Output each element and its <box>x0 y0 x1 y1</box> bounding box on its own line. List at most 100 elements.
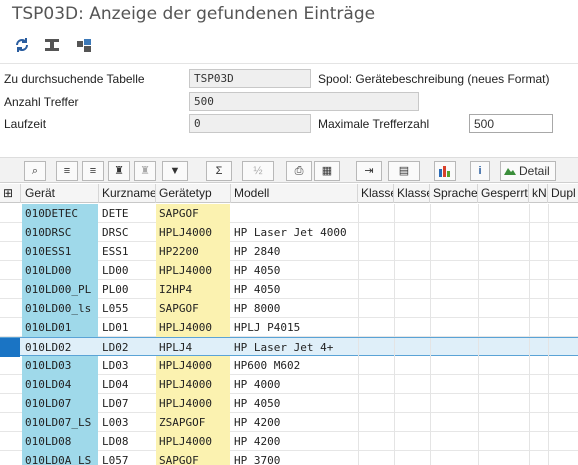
cell-geraet[interactable]: 010LD02 <box>22 338 98 357</box>
print-icon[interactable]: ⎙ <box>286 161 312 181</box>
table-row[interactable]: 010LD00_PL PL00 I2HP4 HP 4050 <box>0 280 578 299</box>
cell-kurzname[interactable]: ESS1 <box>99 242 155 261</box>
cell-modell[interactable]: HP 4200 <box>231 413 357 432</box>
row-selector[interactable] <box>0 223 20 242</box>
select-all-icon[interactable]: ⊞ <box>0 184 21 203</box>
col-klasse-2[interactable]: Klasse <box>394 184 430 203</box>
cell-kurzname[interactable]: LD00 <box>99 261 155 280</box>
export-icon[interactable]: ⇥ <box>356 161 382 181</box>
cell-modell[interactable]: HP Laser Jet 4000 <box>231 223 357 242</box>
table-row[interactable]: 010ESS1 ESS1 HP2200 HP 2840 <box>0 242 578 261</box>
cell-kurzname[interactable]: L057 <box>99 451 155 465</box>
sort-asc-icon[interactable]: ≡ <box>56 161 78 181</box>
row-selector[interactable] <box>0 204 20 223</box>
table-row[interactable]: 010LD08 LD08 HPLJ4000 HP 4200 <box>0 432 578 451</box>
table-row[interactable]: 010LD04 LD04 HPLJ4000 HP 4000 <box>0 375 578 394</box>
cell-geraetetyp[interactable]: I2HP4 <box>156 280 230 299</box>
cell-geraet[interactable]: 010DRSC <box>22 223 98 242</box>
cell-geraet[interactable]: 010LD07_LS <box>22 413 98 432</box>
layout-icon[interactable]: ▤ <box>388 161 420 181</box>
row-selector[interactable] <box>0 375 20 394</box>
details-icon[interactable]: ⌕ <box>24 161 46 181</box>
cell-kurzname[interactable]: L003 <box>99 413 155 432</box>
cell-kurzname[interactable]: LD03 <box>99 356 155 375</box>
table-row[interactable]: 010LD00_ls L055 SAPGOF HP 8000 <box>0 299 578 318</box>
cell-geraetetyp[interactable]: HPLJ4000 <box>156 223 230 242</box>
table-row[interactable]: 010LD0A_LS L057 SAPGOF HP 3700 <box>0 451 578 465</box>
cell-geraet[interactable]: 010LD03 <box>22 356 98 375</box>
cell-geraet[interactable]: 010ESS1 <box>22 242 98 261</box>
cell-geraet[interactable]: 010LD00 <box>22 261 98 280</box>
col-kurzname[interactable]: Kurzname <box>99 184 156 203</box>
table-row[interactable]: 010LD07 LD07 HPLJ4000 HP 4050 <box>0 394 578 413</box>
cell-geraetetyp[interactable]: HPLJ4000 <box>156 261 230 280</box>
cell-kurzname[interactable]: LD02 <box>99 338 155 357</box>
cell-geraet[interactable]: 010LD01 <box>22 318 98 337</box>
cell-geraetetyp[interactable]: HPLJ4 <box>156 338 230 357</box>
cell-modell[interactable]: HP 4050 <box>231 394 357 413</box>
cell-modell[interactable]: HP 8000 <box>231 299 357 318</box>
table-row[interactable]: 010LD02 LD02 HPLJ4 HP Laser Jet 4+ <box>0 337 578 357</box>
filter-icon[interactable]: ▼ <box>162 161 188 181</box>
cell-modell[interactable]: HP Laser Jet 4+ <box>231 338 357 357</box>
row-selector[interactable] <box>0 261 20 280</box>
cell-geraet[interactable]: 010LD08 <box>22 432 98 451</box>
row-selector[interactable] <box>0 338 20 357</box>
find-next-icon[interactable]: ♜ <box>134 161 156 181</box>
table-row[interactable]: 010DRSC DRSC HPLJ4000 HP Laser Jet 4000 <box>0 223 578 242</box>
detail-button[interactable]: Detail <box>500 161 556 181</box>
cell-geraetetyp[interactable]: SAPGOF <box>156 451 230 465</box>
sort-desc-icon[interactable]: ≡ <box>82 161 104 181</box>
graphic-icon[interactable] <box>434 161 456 181</box>
row-selector[interactable] <box>0 413 20 432</box>
refresh-icon[interactable] <box>12 36 32 54</box>
cell-geraetetyp[interactable]: HPLJ4000 <box>156 375 230 394</box>
row-selector[interactable] <box>0 318 20 337</box>
filter-settings-icon[interactable] <box>42 36 62 54</box>
table-row[interactable]: 010DETEC DETE SAPGOF <box>0 204 578 223</box>
cell-geraetetyp[interactable]: HPLJ4000 <box>156 432 230 451</box>
cell-geraet[interactable]: 010LD07 <box>22 394 98 413</box>
find-icon[interactable]: ♜ <box>108 161 130 181</box>
col-geraetetyp[interactable]: Gerätetyp <box>156 184 231 203</box>
cell-modell[interactable] <box>231 204 357 223</box>
cell-geraetetyp[interactable]: HPLJ4000 <box>156 394 230 413</box>
col-modell[interactable]: Modell <box>231 184 358 203</box>
table-row[interactable]: 010LD01 LD01 HPLJ4000 HPLJ P4015 <box>0 318 578 337</box>
cell-kurzname[interactable]: LD08 <box>99 432 155 451</box>
col-kn[interactable]: kN <box>529 184 548 203</box>
row-selector[interactable] <box>0 356 20 375</box>
col-gesperrt[interactable]: Gesperrt <box>478 184 529 203</box>
cell-modell[interactable]: HP600 M602 <box>231 356 357 375</box>
cell-kurzname[interactable]: L055 <box>99 299 155 318</box>
cell-geraet[interactable]: 010LD04 <box>22 375 98 394</box>
cell-modell[interactable]: HP 4200 <box>231 432 357 451</box>
cell-modell[interactable]: HP 4050 <box>231 280 357 299</box>
row-selector[interactable] <box>0 451 20 465</box>
row-selector[interactable] <box>0 280 20 299</box>
cell-geraetetyp[interactable]: HPLJ4000 <box>156 356 230 375</box>
cell-modell[interactable]: HP 4050 <box>231 261 357 280</box>
cell-geraet[interactable]: 010LD00_ls <box>22 299 98 318</box>
col-klasse-1[interactable]: Klasse <box>358 184 394 203</box>
cell-geraetetyp[interactable]: HPLJ4000 <box>156 318 230 337</box>
cell-modell[interactable]: HP 4000 <box>231 375 357 394</box>
info-icon[interactable]: i <box>470 161 490 181</box>
cell-geraetetyp[interactable]: HP2200 <box>156 242 230 261</box>
cell-modell[interactable]: HP 2840 <box>231 242 357 261</box>
puzzle-icon[interactable] <box>74 36 94 54</box>
sum-icon[interactable]: Σ <box>206 161 232 181</box>
row-selector[interactable] <box>0 432 20 451</box>
views-icon[interactable]: ▦ <box>314 161 340 181</box>
cell-geraet[interactable]: 010LD0A_LS <box>22 451 98 465</box>
col-sprache[interactable]: Sprache <box>430 184 478 203</box>
subtotal-icon[interactable]: ½ <box>242 161 274 181</box>
cell-modell[interactable]: HP 3700 <box>231 451 357 465</box>
table-row[interactable]: 010LD07_LS L003 ZSAPGOF HP 4200 <box>0 413 578 432</box>
col-geraet[interactable]: Gerät <box>22 184 99 203</box>
cell-geraet[interactable]: 010DETEC <box>22 204 98 223</box>
cell-geraet[interactable]: 010LD00_PL <box>22 280 98 299</box>
cell-kurzname[interactable]: DRSC <box>99 223 155 242</box>
table-row[interactable]: 010LD03 LD03 HPLJ4000 HP600 M602 <box>0 356 578 375</box>
table-row[interactable]: 010LD00 LD00 HPLJ4000 HP 4050 <box>0 261 578 280</box>
